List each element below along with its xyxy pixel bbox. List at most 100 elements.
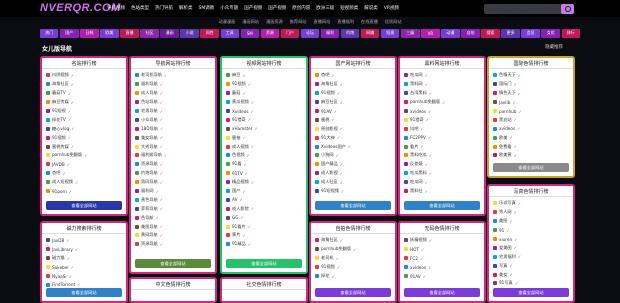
list-item[interactable]: 国产精品 ✓: [315, 160, 391, 169]
list-item[interactable]: 美图 ✓: [493, 217, 569, 226]
view-all-button[interactable]: 查看全部网站: [46, 201, 122, 210]
search-button[interactable]: [561, 4, 574, 14]
list-item[interactable]: pornhub免翻版 ✓: [404, 98, 480, 107]
subnav-item[interactable]: 在线直播: [361, 19, 378, 27]
list-item[interactable]: 黑料吃瓜 ✓: [404, 151, 480, 160]
subnav-item[interactable]: 漫画网站: [242, 19, 259, 27]
hide-recommend-link[interactable]: 隐藏推荐: [545, 44, 563, 50]
view-all-button[interactable]: 查看全部网站: [226, 259, 302, 268]
list-item[interactable]: 91看 ✓: [226, 160, 302, 169]
list-item[interactable]: 美女导航 ✓: [135, 133, 211, 142]
list-item[interactable]: 反差婊 ✓: [404, 160, 480, 169]
list-item[interactable]: 免费看 ✓: [493, 142, 569, 151]
category-tag[interactable]: 日韩: [80, 28, 99, 38]
category-tag[interactable]: 论坛: [300, 28, 320, 38]
search-box[interactable]: [484, 4, 574, 14]
list-item[interactable]: 乐派写真 ✓: [493, 199, 569, 208]
list-item[interactable]: 妖精视频 ✓: [404, 236, 480, 245]
view-all-button[interactable]: 查看全部网站: [493, 163, 569, 172]
list-item[interactable]: 91视频 ✓: [46, 133, 122, 142]
list-item[interactable]: 写真 ✓: [493, 261, 569, 270]
category-tag[interactable]: 门户: [280, 28, 300, 38]
list-item[interactable]: 爱美图 ✓: [493, 243, 569, 252]
list-item[interactable]: GG ✓: [226, 213, 302, 222]
list-item[interactable]: 成人短视频 ✓: [46, 178, 122, 187]
view-all-button[interactable]: 查看全部网站: [46, 288, 122, 297]
category-tag[interactable]: 欧美: [100, 28, 119, 38]
list-item[interactable]: 资源导航 ✓: [135, 160, 211, 169]
list-item[interactable]: 色导航 ✓: [135, 213, 211, 222]
list-item[interactable]: 约炮导航 ✓: [135, 169, 211, 178]
nav-item[interactable]: 小众专题: [220, 5, 238, 11]
list-item[interactable]: pornhub ✓: [493, 107, 569, 116]
list-item[interactable]: xvideos ✓: [404, 107, 480, 116]
list-item[interactable]: HOT ✓: [404, 245, 480, 254]
list-item[interactable]: 资源导航 ✓: [135, 240, 211, 249]
category-tag[interactable]: 资源: [260, 28, 280, 38]
category-tag[interactable]: 动漫: [441, 28, 460, 38]
view-all-button[interactable]: 查看全部网站: [315, 288, 391, 297]
nav-item[interactable]: 解析类: [179, 5, 193, 11]
category-tag[interactable]: 国产: [60, 28, 79, 38]
nav-item[interactable]: SM调教: [199, 5, 215, 11]
subnav-item[interactable]: 动漫漫画: [218, 19, 235, 27]
list-item[interactable]: 吃瓜黑料 ✓: [404, 169, 480, 178]
list-item[interactable]: xvideos ✓: [404, 263, 480, 272]
list-item[interactable]: 原创影视 ✓: [315, 124, 391, 133]
category-tag[interactable]: 同性: [200, 28, 219, 38]
list-item[interactable]: 欧美 ✓: [493, 133, 569, 142]
list-item[interactable]: 91视频 ✓: [315, 263, 391, 272]
nav-item[interactable]: 国产视频: [268, 5, 286, 11]
list-item[interactable]: 成人影视 ✓: [315, 169, 391, 178]
list-item[interactable]: 精品视频 ✓: [226, 178, 302, 187]
list-item[interactable]: 黑丝站 ✓: [493, 115, 569, 124]
list-item[interactable]: 91短视频 ✓: [315, 187, 391, 196]
category-tag[interactable]: 会员: [521, 28, 540, 38]
list-item[interactable]: 情色天下 ✓: [493, 89, 569, 98]
list-item[interactable]: 成人导航 ✓: [135, 89, 211, 98]
list-item[interactable]: FC2 ✓: [404, 254, 480, 263]
category-tag[interactable]: SM: [240, 28, 260, 38]
list-item[interactable]: 91AV ✓: [404, 272, 480, 281]
list-item[interactable]: 麻豆社区 ✓: [315, 98, 391, 107]
subnav-item[interactable]: 直播网站: [314, 19, 331, 27]
category-tag[interactable]: 女优: [541, 28, 560, 38]
list-item[interactable]: pornhub免翻版 ✓: [46, 151, 122, 160]
list-item[interactable]: Xvideos ✓: [226, 107, 302, 116]
nav-item[interactable]: VR视频: [384, 5, 399, 11]
nav-item[interactable]: 短视频类: [340, 5, 358, 11]
nav-item[interactable]: 原创内容: [292, 5, 310, 11]
list-item[interactable]: 海角社区 ✓: [315, 236, 391, 245]
category-tag[interactable]: 搜索: [481, 28, 500, 38]
list-item[interactable]: Javlib ✓: [493, 98, 569, 107]
list-item[interactable]: 91短视 ✓: [46, 107, 122, 116]
view-all-button[interactable]: 查看全部网站: [493, 288, 569, 297]
list-item[interactable]: AV ✓: [226, 195, 302, 204]
list-item[interactable]: 宅男导航 ✓: [135, 107, 211, 116]
list-item[interactable]: 黄色导航 ✓: [135, 195, 211, 204]
category-tag[interactable]: 福利: [320, 28, 340, 38]
list-item[interactable]: 麻豆 ✓: [226, 71, 302, 80]
list-item[interactable]: 秀人网 ✓: [493, 208, 569, 217]
list-item[interactable]: 大秀导航 ✓: [135, 142, 211, 151]
list-item[interactable]: 蜜柚 ✓: [226, 133, 302, 142]
category-tag[interactable]: 短视: [381, 28, 400, 38]
category-tag[interactable]: 网赚: [360, 28, 380, 38]
list-item[interactable]: 磁力猫 ✓: [46, 254, 122, 263]
list-item[interactable]: 蘑菇 ✓: [226, 89, 302, 98]
list-item[interactable]: 91AV ✓: [315, 107, 391, 116]
list-item[interactable]: 蜜桃 ✓: [315, 115, 391, 124]
list-item[interactable]: 宅男福利 ✓: [493, 252, 569, 261]
list-item[interactable]: 91猎奇 ✓: [404, 115, 480, 124]
list-item[interactable]: NyaaSi ✓: [46, 272, 122, 281]
list-item[interactable]: 91猎奇 ✓: [226, 115, 302, 124]
nav-item[interactable]: 热门导航: [155, 5, 173, 11]
list-item[interactable]: 18D导航 ✓: [135, 124, 211, 133]
view-all-button[interactable]: 查看全部网站: [404, 201, 480, 210]
list-item[interactable]: 成人社区 ✓: [315, 178, 391, 187]
list-item[interactable]: 海角社区 ✓: [315, 80, 391, 89]
list-item[interactable]: 抖阴视频 ✓: [46, 71, 122, 80]
list-item[interactable]: 美图导航 ✓: [135, 222, 211, 231]
category-tag[interactable]: 漫画: [160, 28, 179, 38]
category-tag[interactable]: 自拍: [461, 28, 480, 38]
